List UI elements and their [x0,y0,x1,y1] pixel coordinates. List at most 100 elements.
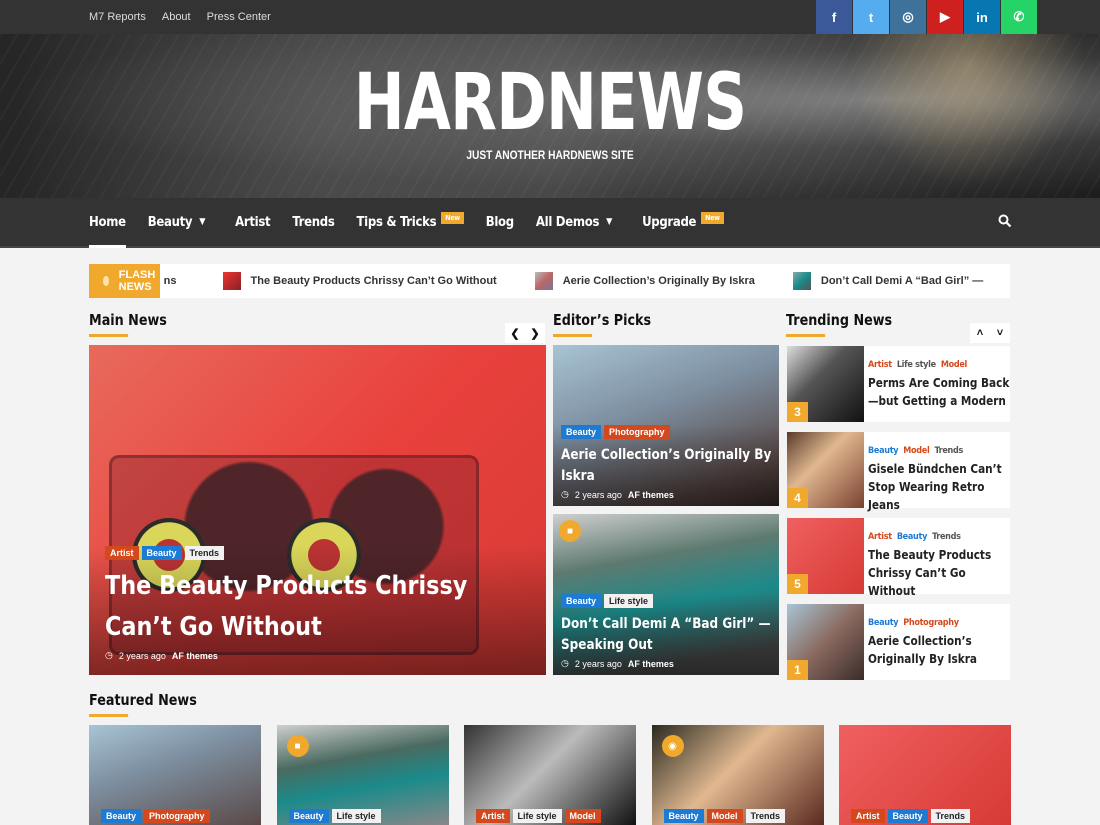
trending-rank: 3 [787,402,808,422]
nav-item-upgrade[interactable]: Upgrade New [642,198,724,246]
prev-arrow-icon[interactable]: ❮ [505,323,525,343]
trending-item[interactable]: 4 Beauty Model Trends Gisele Bündchen Can’t … [787,432,1010,512]
site-header: HARDNEWS JUST ANOTHER HARDNEWS SITE [0,34,1100,198]
ticker-item-partial[interactable]: ns [164,275,177,287]
author-link[interactable]: AF themes [172,651,218,661]
featured-card[interactable]: Artist Life style Model [464,725,636,825]
main-feature-overlay: Artist Beauty Trends The Beauty Products C… [89,546,546,675]
nav-item-label: Upgrade [642,214,697,230]
nav-item-alldemos[interactable]: All Demos ▼ [535,198,613,246]
category-link-lifestyle[interactable]: Life style [897,360,936,370]
category-tag-beauty[interactable]: Beauty [141,546,182,560]
post-meta: ◷ 2 years ago AF themes [561,658,674,669]
top-link-press-center[interactable]: Press Center [207,11,271,23]
new-badge: New [701,212,724,224]
category-tag-beauty[interactable]: Beauty [561,425,602,439]
trending-title[interactable]: Gisele Bündchen Can’t Stop Wearing Retro… [868,460,1011,514]
clock-icon: ◷ [561,658,569,668]
whatsapp-icon[interactable]: ✆ [1001,0,1037,34]
flash-news-label: FLASH NEWS [89,264,160,298]
featured-news-title: Featured News [89,691,197,717]
category-link-beauty[interactable]: Beauty [868,446,899,456]
category-tag-beauty[interactable]: Beauty [101,809,142,823]
category-link-model[interactable]: Model [941,360,967,370]
trending-title[interactable]: Perms Are Coming Back—but Getting a Mode… [868,374,1011,410]
trending-title[interactable]: The Beauty Products Chrissy Can’t Go Wit… [868,546,1011,600]
site-logo[interactable]: HARDNEWS [121,64,979,142]
pick-title[interactable]: Don’t Call Demi A “Bad Girl” — Speaking … [561,614,779,656]
category-tag-artist[interactable]: Artist [851,809,885,823]
featured-card[interactable]: Artist Beauty Trends [839,725,1011,825]
top-link-m7-reports[interactable]: M7 Reports [89,11,146,23]
ticker-item[interactable]: The Beauty Products Chrissy Can’t Go Wit… [222,272,497,290]
category-tag-model[interactable]: Model [706,809,743,823]
category-tag-trends[interactable]: Trends [184,546,225,560]
category-link-model[interactable]: Model [903,446,929,456]
category-tag-beauty[interactable]: Beauty [887,809,928,823]
editors-pick-card[interactable]: Beauty Photography Aerie Collection’s Ori… [553,345,779,506]
youtube-icon[interactable]: ▶ [927,0,963,34]
category-tag-beauty[interactable]: Beauty [561,594,602,608]
flash-news-ticker: FLASH NEWS ns The Beauty Products Chriss… [89,264,1010,298]
trending-item[interactable]: 1 Beauty Photography Aerie Collection’s Ori… [787,604,1010,680]
trending-item[interactable]: 5 Artist Beauty Trends The Beauty Products C… [787,518,1010,598]
main-feature-title[interactable]: The Beauty Products Chrissy Can’t Go Wit… [105,566,535,648]
category-link-beauty[interactable]: Beauty [868,618,899,628]
nav-item-label: All Demos [535,214,600,230]
category-tag-model[interactable]: Model [564,809,601,823]
ticker-item[interactable]: Don’t Call Demi A “Bad Girl” — [792,272,983,290]
category-tag-photography[interactable]: Photography [604,425,670,439]
twitter-icon[interactable]: t [853,0,889,34]
trending-thumb[interactable]: 4 [787,432,864,508]
category-link-trends[interactable]: Trends [932,532,961,542]
category-tag-trends[interactable]: Trends [745,809,786,823]
trending-thumb[interactable]: 1 [787,604,864,680]
up-arrow-icon[interactable]: ˄ [970,323,990,343]
category-tag-beauty[interactable]: Beauty [663,809,704,823]
top-link-about[interactable]: About [162,11,191,23]
category-tag-artist[interactable]: Artist [105,546,139,560]
category-tag-lifestyle[interactable]: Life style [331,809,381,823]
instagram-icon[interactable]: ◎ [890,0,926,34]
pick-title[interactable]: Aerie Collection’s Originally By Iskra [561,445,779,487]
nav-item-home[interactable]: Home [89,198,126,248]
trending-thumb[interactable]: 3 [787,346,864,422]
editors-pick-card[interactable]: ■ Beauty Life style Don’t Call Demi A “Ba… [553,514,779,675]
author-link[interactable]: AF themes [628,490,674,500]
category-link-beauty[interactable]: Beauty [897,532,928,542]
category-tag-lifestyle[interactable]: Life style [512,809,562,823]
category-tags: Beauty Photography [868,618,1038,628]
nav-item-beauty[interactable]: Beauty ▼ [148,198,206,246]
category-tag-artist[interactable]: Artist [476,809,510,823]
category-tags: Artist Beauty Trends [851,809,971,823]
featured-card[interactable]: ◉ Beauty Model Trends [651,725,824,825]
ticker-item[interactable]: Aerie Collection’s Originally By Iskra [534,272,755,290]
category-link-artist[interactable]: Artist [868,532,892,542]
category-tag-lifestyle[interactable]: Life style [604,594,654,608]
flash-dot-icon [103,276,109,286]
nav-item-trends[interactable]: Trends [292,198,334,246]
nav-item-artist[interactable]: Artist [235,198,270,246]
category-tag-photography[interactable]: Photography [144,809,210,823]
nav-item-tipstricks[interactable]: Tips & Tricks New [356,198,464,246]
category-link-trends[interactable]: Trends [934,446,963,456]
linkedin-icon[interactable]: in [964,0,1000,34]
category-link-artist[interactable]: Artist [868,360,892,370]
down-arrow-icon[interactable]: ˅ [990,323,1010,343]
main-feature-card[interactable]: Artist Beauty Trends The Beauty Products C… [89,345,546,675]
trending-item[interactable]: 3 Artist Life style Model Perms Are Coming B… [787,346,1010,422]
facebook-icon[interactable]: f [816,0,852,34]
nav-item-blog[interactable]: Blog [486,198,514,246]
ticker-thumb [792,272,811,290]
author-link[interactable]: AF themes [628,659,674,669]
trending-thumb[interactable]: 5 [787,518,864,594]
featured-card[interactable]: Beauty Photography [89,725,261,825]
trending-rank: 1 [787,660,808,680]
category-tag-beauty[interactable]: Beauty [288,809,329,823]
category-tag-trends[interactable]: Trends [930,809,971,823]
next-arrow-icon[interactable]: ❯ [525,323,545,343]
trending-title[interactable]: Aerie Collection’s Originally By Iskra [868,632,1011,668]
category-link-photography[interactable]: Photography [903,618,959,628]
featured-card[interactable]: ■ Beauty Life style [276,725,449,825]
search-icon[interactable] [998,214,1012,233]
